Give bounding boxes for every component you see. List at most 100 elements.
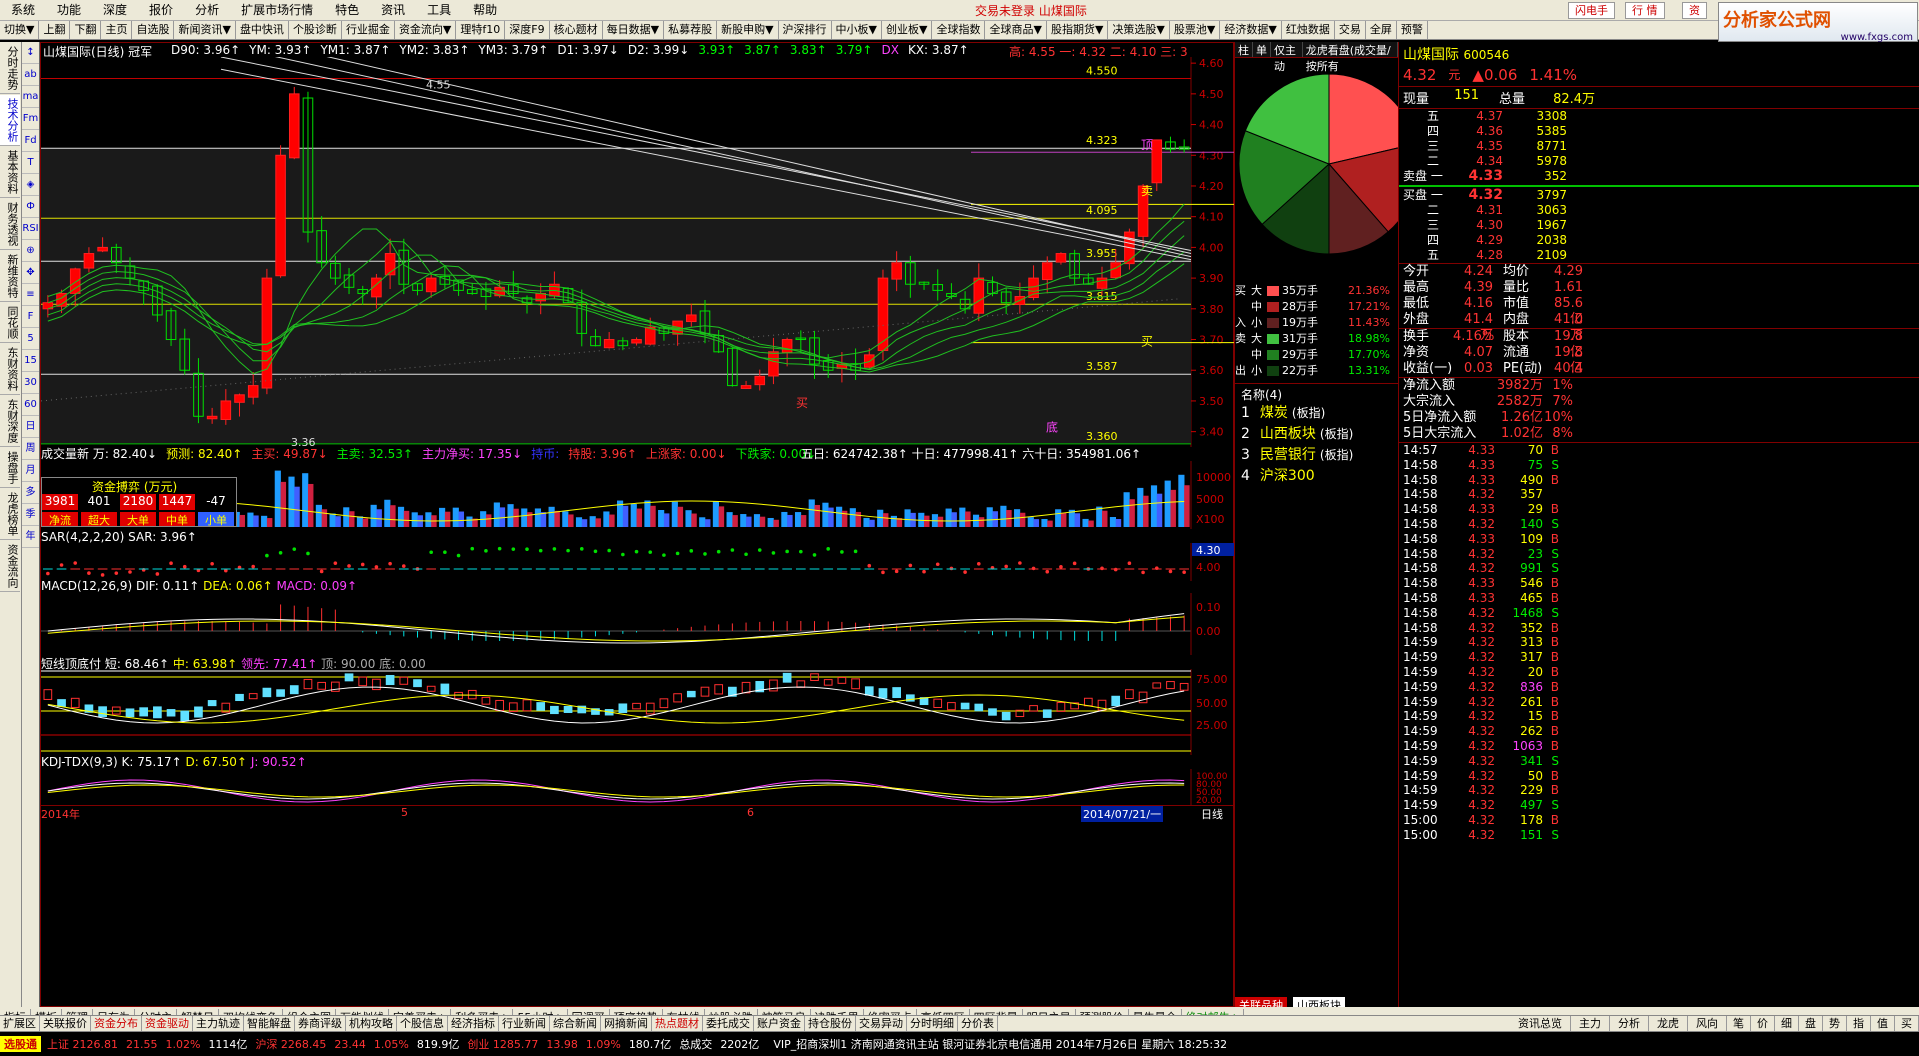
toolbar-item-9[interactable]: 资金流向▼: [395, 21, 457, 39]
left-nav-4[interactable]: Fd: [22, 130, 39, 152]
left-tab-8[interactable]: 操盘手: [0, 448, 20, 488]
extension-tab[interactable]: 分时明细: [907, 1016, 958, 1031]
toolbar-item-21[interactable]: 股指期货▼: [1047, 21, 1109, 39]
toolbar-item-8[interactable]: 行业掘金: [342, 21, 395, 39]
right-tab[interactable]: 分析: [1610, 1016, 1649, 1031]
menu-item-2[interactable]: 深度: [92, 0, 138, 20]
left-nav-20[interactable]: 多: [22, 482, 39, 504]
left-nav-0[interactable]: ↕: [22, 42, 39, 64]
left-nav-16[interactable]: 60: [22, 394, 39, 416]
extension-tab[interactable]: 交易异动: [856, 1016, 907, 1031]
extension-tab[interactable]: 账户资金: [754, 1016, 805, 1031]
left-tab-10[interactable]: 资金流向: [0, 541, 20, 592]
left-nav-10[interactable]: ✥: [22, 262, 39, 284]
quote-button[interactable]: 行 情: [1625, 2, 1665, 19]
left-nav-9[interactable]: ⊕: [22, 240, 39, 262]
left-tab-5[interactable]: 同花顺: [0, 303, 20, 343]
toolbar-item-7[interactable]: 个股诊断: [289, 21, 342, 39]
toolbar-item-15[interactable]: 新股申购▼: [717, 21, 779, 39]
right-tab[interactable]: 龙虎: [1649, 1016, 1688, 1031]
right-tab[interactable]: 主力: [1571, 1016, 1610, 1031]
related-item[interactable]: 3 民营银行 (板指): [1241, 445, 1392, 466]
pie-header-tab[interactable]: 单: [1253, 42, 1271, 57]
left-tab-1[interactable]: 技术分析: [0, 95, 20, 146]
toolbar-item-27[interactable]: 全屏: [1366, 21, 1397, 39]
toolbar-item-19[interactable]: 全球指数: [932, 21, 986, 39]
toolbar-item-24[interactable]: 经济数据▼: [1220, 21, 1282, 39]
toolbar-item-11[interactable]: 深度F9: [505, 21, 550, 39]
extension-tab[interactable]: 经济指标: [448, 1016, 499, 1031]
right-tab2[interactable]: 盘: [1799, 1016, 1823, 1031]
right-tab2[interactable]: 买: [1895, 1016, 1919, 1031]
toolbar-item-4[interactable]: 自选股: [132, 21, 175, 39]
extension-tab[interactable]: 资金分布: [91, 1016, 142, 1031]
right-tab2[interactable]: 值: [1871, 1016, 1895, 1031]
toolbar-item-23[interactable]: 股票池▼: [1170, 21, 1221, 39]
left-nav-21[interactable]: 季: [22, 504, 39, 526]
left-tab-2[interactable]: 基本资料: [0, 147, 20, 198]
right-tab2[interactable]: 笔: [1727, 1016, 1751, 1031]
left-nav-22[interactable]: 年: [22, 526, 39, 548]
chart-area[interactable]: 山煤国际(日线) 冠军 D90: 3.96↑ YM: 3.93↑ YM1: 3.87…: [40, 42, 1235, 1007]
candlestick-chart[interactable]: 4.60 4.50 4.40 4.30 4.20 4.10 4.00 3.90 3.80 3.70…: [41, 57, 1235, 447]
left-tab-3[interactable]: 财务透视: [0, 199, 20, 250]
left-nav-5[interactable]: T: [22, 152, 39, 174]
toolbar-item-28[interactable]: 预警: [1397, 21, 1428, 39]
pie-header-tab[interactable]: 仅主动: [1271, 42, 1303, 73]
extension-tab[interactable]: 委托成交: [703, 1016, 754, 1031]
extension-tab[interactable]: 主力轨迹: [193, 1016, 244, 1031]
left-tab-0[interactable]: 分时走势: [0, 43, 20, 94]
left-nav-7[interactable]: Ф: [22, 196, 39, 218]
toolbar-item-18[interactable]: 创业板▼: [882, 21, 933, 39]
left-nav-11[interactable]: ≡: [22, 284, 39, 306]
left-nav-12[interactable]: F: [22, 306, 39, 328]
extension-tab[interactable]: 机构攻略: [346, 1016, 397, 1031]
toolbar-item-12[interactable]: 核心题材: [550, 21, 603, 39]
pie-header-tab[interactable]: 龙虎看盘(成交量/按所有: [1303, 42, 1398, 73]
extension-tab[interactable]: 扩展区: [0, 1016, 40, 1031]
related-item[interactable]: 4 沪深300: [1241, 466, 1392, 487]
menu-item-0[interactable]: 系统: [0, 0, 46, 20]
menu-item-1[interactable]: 功能: [46, 0, 92, 20]
right-tab2[interactable]: 细: [1775, 1016, 1799, 1031]
right-tab2[interactable]: 指: [1847, 1016, 1871, 1031]
extension-tab[interactable]: 综合新闻: [550, 1016, 601, 1031]
left-tab-7[interactable]: 东财深度: [0, 396, 20, 447]
toolbar-item-13[interactable]: 每日数据▼: [603, 21, 665, 39]
extension-tab[interactable]: 个股信息: [397, 1016, 448, 1031]
menu-item-4[interactable]: 分析: [184, 0, 230, 20]
toolbar-item-20[interactable]: 全球商品▼: [985, 21, 1047, 39]
extension-tab[interactable]: 行业新闻: [499, 1016, 550, 1031]
extension-tab[interactable]: 持仓股份: [805, 1016, 856, 1031]
kdj-chart[interactable]: 100.0080.0050.0020.00: [41, 769, 1235, 805]
right-tab2[interactable]: 价: [1751, 1016, 1775, 1031]
left-tab-4[interactable]: 新维资特: [0, 251, 20, 302]
extension-tab[interactable]: 关联报价: [40, 1016, 91, 1031]
left-nav-2[interactable]: ma: [22, 86, 39, 108]
extension-tab[interactable]: 网摘新闻: [601, 1016, 652, 1031]
left-nav-13[interactable]: 5: [22, 328, 39, 350]
toolbar-item-10[interactable]: 理特f10: [456, 21, 506, 39]
related-item[interactable]: 2 山西板块 (板指): [1241, 424, 1392, 445]
menu-item-8[interactable]: 工具: [416, 0, 462, 20]
menu-item-7[interactable]: 资讯: [370, 0, 416, 20]
menu-item-6[interactable]: 特色: [324, 0, 370, 20]
left-nav-14[interactable]: 15: [22, 350, 39, 372]
extension-tab[interactable]: 资金驱动: [142, 1016, 193, 1031]
right-tab[interactable]: 风向: [1688, 1016, 1727, 1031]
extension-tab[interactable]: 智能解盘: [244, 1016, 295, 1031]
left-nav-3[interactable]: Fm: [22, 108, 39, 130]
left-nav-8[interactable]: RSI: [22, 218, 39, 240]
extension-tab[interactable]: 热点题材: [652, 1016, 703, 1031]
left-tab-9[interactable]: 龙虎榜单: [0, 489, 20, 540]
right-tab2[interactable]: 势: [1823, 1016, 1847, 1031]
menu-item-9[interactable]: 帮助: [462, 0, 508, 20]
toolbar-item-3[interactable]: 主页: [101, 21, 133, 39]
toolbar-item-25[interactable]: 红烛数据: [1282, 21, 1335, 39]
macd-chart[interactable]: 0.10 0.00: [41, 593, 1235, 655]
left-tab-6[interactable]: 东财资料: [0, 344, 20, 395]
toolbar-item-16[interactable]: 沪深排行: [779, 21, 832, 39]
tick-list[interactable]: 14:57 4.33 70 B 14:58 4.33 75 S 14:58 4.33 490 B 14:…: [1399, 442, 1919, 843]
toolbar-item-5[interactable]: 新闻资讯▼: [174, 21, 236, 39]
left-nav-1[interactable]: ab: [22, 64, 39, 86]
